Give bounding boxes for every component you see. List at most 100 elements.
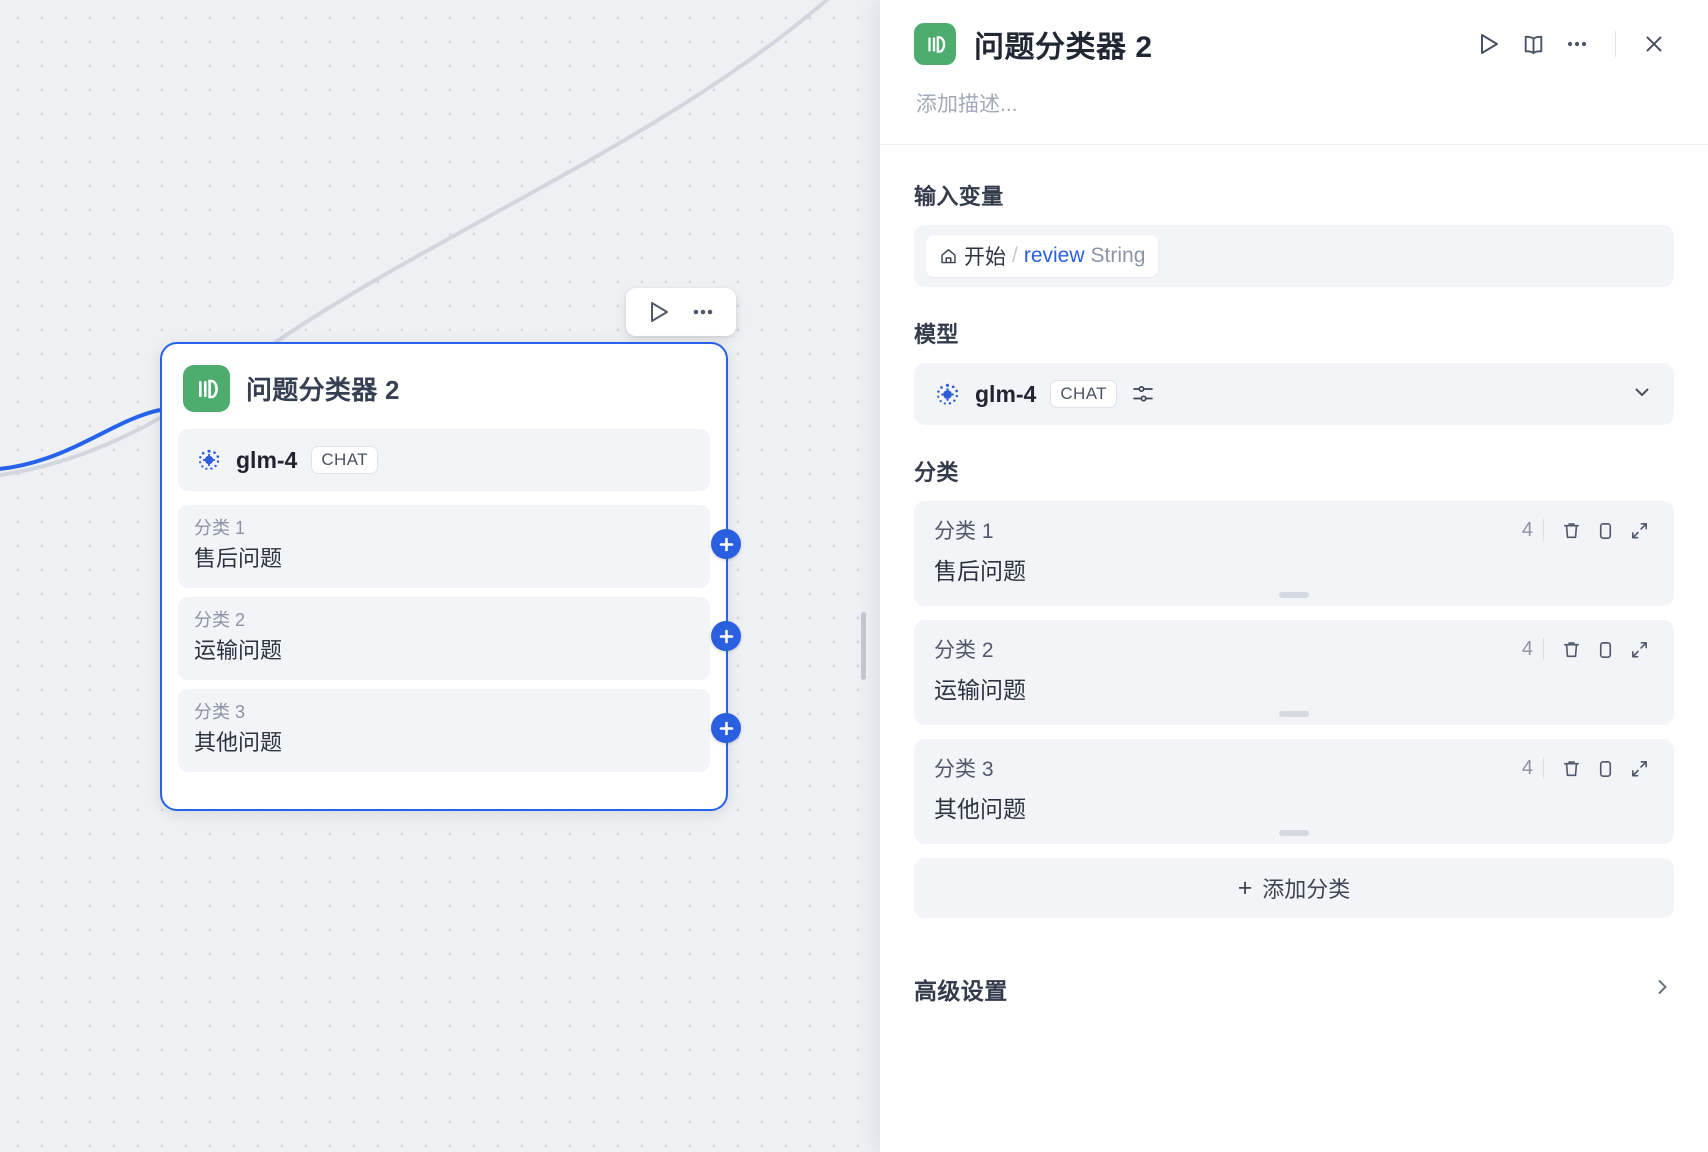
- expand-icon: [1631, 641, 1647, 657]
- copy-icon: [1599, 760, 1611, 777]
- class-delete-button[interactable]: [1556, 753, 1586, 783]
- variable-separator: /: [1012, 244, 1018, 267]
- classes-title: 分类: [914, 460, 959, 485]
- node-title: 问题分类器 2: [246, 375, 400, 405]
- variable-source-node: 开始: [964, 246, 1006, 269]
- class-value-input[interactable]: 运输问题: [934, 664, 1654, 705]
- trash-icon: [1563, 760, 1579, 776]
- node-model-badge: CHAT: [311, 446, 378, 474]
- advanced-settings-title: 高级设置: [914, 978, 1008, 1004]
- node-class-value: 其他问题: [194, 730, 283, 756]
- class-label: 分类 2: [934, 639, 994, 662]
- node-class-row[interactable]: 分类 2 运输问题: [178, 597, 741, 681]
- node-class-label: 分类 1: [194, 518, 246, 538]
- plus-icon: [719, 537, 733, 551]
- advanced-settings-row[interactable]: 高级设置: [914, 964, 1674, 1006]
- sliders-icon: [1133, 385, 1153, 402]
- node-run-button[interactable]: [642, 295, 676, 329]
- model-type-badge: CHAT: [1050, 380, 1117, 408]
- plus-icon: [719, 721, 733, 735]
- node-class-row[interactable]: 分类 1 售后问题: [178, 505, 741, 589]
- question-classifier-node[interactable]: 问题分类器 2 glm-4 CHAT 分类 1 售后问题 分类 2 运输问题 分…: [160, 342, 741, 812]
- copy-icon: [1599, 641, 1611, 658]
- action-divider: [1615, 31, 1616, 57]
- close-panel-button[interactable]: [1634, 24, 1674, 64]
- node-more-button[interactable]: [686, 295, 720, 329]
- class-card[interactable]: 分类 2 4 运输问题: [914, 620, 1674, 725]
- node-detail-panel: 问题分类器 2 添加描述... 输入变量 开始 / review String …: [880, 0, 1708, 1152]
- class-action-divider: [1543, 519, 1544, 541]
- workflow-canvas[interactable]: 问题分类器 2 glm-4 CHAT 分类 1 售后问题 分类 2 运输问题 分…: [0, 0, 880, 1152]
- class-copy-button[interactable]: [1590, 753, 1620, 783]
- panel-body: 输入变量 开始 / review String 模型 glm-4 CHAT 分类…: [880, 145, 1708, 1152]
- class-card[interactable]: 分类 1 4 售后问题: [914, 501, 1674, 606]
- variable-name: review: [1023, 244, 1085, 267]
- input-variables-title: 输入变量: [914, 184, 1004, 209]
- more-options-button[interactable]: [1557, 24, 1597, 64]
- class-copy-button[interactable]: [1590, 515, 1620, 545]
- class-expand-button[interactable]: [1624, 634, 1654, 664]
- home-icon: [941, 248, 956, 263]
- class-resize-handle[interactable]: [1279, 711, 1309, 717]
- model-dropdown-toggle[interactable]: [1630, 380, 1654, 409]
- glm-logo-icon: [937, 383, 959, 405]
- class-label: 分类 3: [934, 758, 994, 781]
- advanced-settings-toggle[interactable]: [1650, 975, 1674, 1004]
- canvas-scrollbar[interactable]: [861, 612, 866, 680]
- node-class-label: 分类 3: [194, 702, 246, 723]
- add-class-button[interactable]: + 添加分类: [914, 858, 1674, 918]
- close-icon: [1646, 36, 1662, 52]
- ellipsis-icon: [693, 309, 713, 315]
- class-value-input[interactable]: 其他问题: [934, 783, 1654, 824]
- class-value-input[interactable]: 售后问题: [934, 545, 1654, 586]
- class-delete-button[interactable]: [1556, 515, 1586, 545]
- class-char-count: 4: [1521, 756, 1533, 779]
- node-header: 问题分类器 2: [178, 358, 710, 429]
- variable-type: String: [1090, 244, 1146, 267]
- class-resize-handle[interactable]: [1279, 592, 1309, 598]
- variable-pill[interactable]: 开始 / review String: [926, 235, 1159, 277]
- node-class-1-add-handle[interactable]: [711, 529, 741, 559]
- node-class-label: 分类 2: [194, 610, 246, 631]
- play-icon: [1481, 34, 1498, 54]
- node-floating-toolbar[interactable]: [626, 288, 736, 336]
- class-label: 分类 1: [934, 520, 994, 543]
- panel-actions: [1469, 24, 1674, 64]
- help-docs-button[interactable]: [1513, 24, 1553, 64]
- node-class-row[interactable]: 分类 3 其他问题: [178, 689, 741, 773]
- model-params-button[interactable]: [1131, 382, 1155, 406]
- class-action-divider: [1543, 757, 1544, 779]
- node-class-2-add-handle[interactable]: [711, 621, 741, 652]
- class-char-count: 4: [1521, 637, 1533, 660]
- node-class-value: 售后问题: [194, 546, 283, 571]
- expand-icon: [1631, 522, 1647, 538]
- class-delete-button[interactable]: [1556, 634, 1586, 664]
- ellipsis-icon: [1567, 41, 1587, 47]
- class-copy-button[interactable]: [1590, 634, 1620, 664]
- node-model-name: glm-4: [236, 446, 298, 473]
- class-resize-handle[interactable]: [1279, 830, 1309, 836]
- class-char-count: 4: [1521, 518, 1533, 541]
- description-input[interactable]: 添加描述...: [914, 66, 1674, 144]
- plus-icon: +: [1237, 873, 1253, 902]
- model-name: glm-4: [975, 380, 1037, 407]
- class-card[interactable]: 分类 3 4 其他问题: [914, 739, 1674, 844]
- trash-icon: [1563, 641, 1579, 657]
- book-icon: [1524, 35, 1542, 54]
- play-icon: [651, 302, 668, 322]
- panel-header: 问题分类器 2 添加描述...: [880, 0, 1708, 144]
- class-expand-button[interactable]: [1624, 515, 1654, 545]
- node-model-row[interactable]: glm-4 CHAT: [178, 429, 710, 491]
- trash-icon: [1563, 522, 1579, 538]
- question-classifier-icon: [183, 365, 230, 412]
- node-class-3-add-handle[interactable]: [711, 713, 741, 744]
- run-button[interactable]: [1469, 24, 1509, 64]
- question-classifier-icon: [914, 23, 956, 65]
- model-title: 模型: [914, 322, 959, 347]
- page-title: 问题分类器 2: [974, 31, 1153, 64]
- model-selector[interactable]: glm-4 CHAT: [914, 363, 1674, 425]
- expand-icon: [1631, 760, 1647, 776]
- input-variable-field[interactable]: 开始 / review String: [914, 225, 1674, 287]
- plus-icon: [719, 629, 733, 643]
- class-expand-button[interactable]: [1624, 753, 1654, 783]
